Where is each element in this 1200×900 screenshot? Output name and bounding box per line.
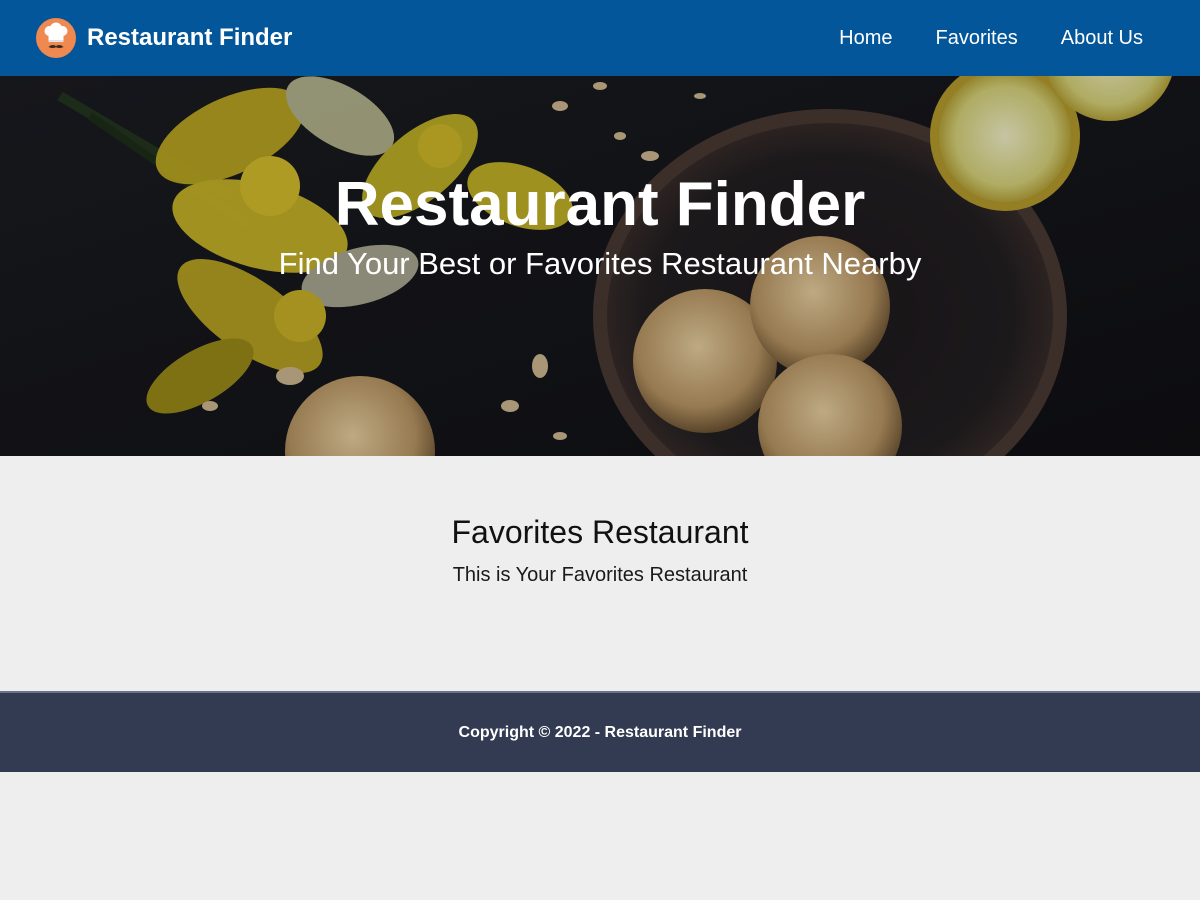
section-subtitle: This is Your Favorites Restaurant [452,564,748,586]
navbar: Restaurant Finder Home Favorites About U… [0,0,1200,76]
nav-menu: Home Favorites About Us [796,27,1143,50]
copyright-text: Copyright © 2022 - Restaurant Finder [458,723,742,741]
hero-subtitle: Find Your Best or Favorites Restaurant N… [278,246,922,281]
chef-logo-icon [36,18,76,58]
section-title: Favorites Restaurant [451,514,749,550]
nav-link-about-us[interactable]: About Us [1061,27,1143,50]
nav-link-home[interactable]: Home [839,27,892,50]
favorites-section: Favorites Restaurant This is Your Favori… [0,456,1200,691]
brand-link[interactable]: Restaurant Finder [36,18,292,58]
footer: Copyright © 2022 - Restaurant Finder [0,691,1200,772]
hero-banner: Restaurant Finder Find Your Best or Favo… [0,76,1200,456]
brand-name: Restaurant Finder [87,24,293,51]
nav-link-favorites[interactable]: Favorites [935,27,1017,50]
hero-title: Restaurant Finder [334,170,866,239]
